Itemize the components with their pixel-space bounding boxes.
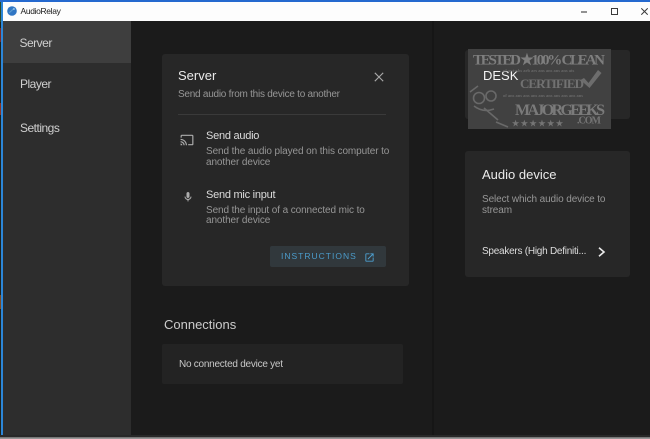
svg-text:of ans ans ans ans ans ans ans: of ans ans ans ans ans ans ans ans ans a… <box>503 93 583 98</box>
svg-text:★★★★★★: ★★★★★★ <box>512 119 565 128</box>
svg-text:.COM: .COM <box>577 116 602 127</box>
svg-text:CERTIFIED: CERTIFIED <box>520 76 584 91</box>
svg-text:TESTED ★100% CLEAN: TESTED ★100% CLEAN <box>473 53 605 69</box>
svg-text:of ant-vhs arb ars ans ans ans: of ant-vhs arb ars ans ans ans ans ats <box>503 68 575 73</box>
